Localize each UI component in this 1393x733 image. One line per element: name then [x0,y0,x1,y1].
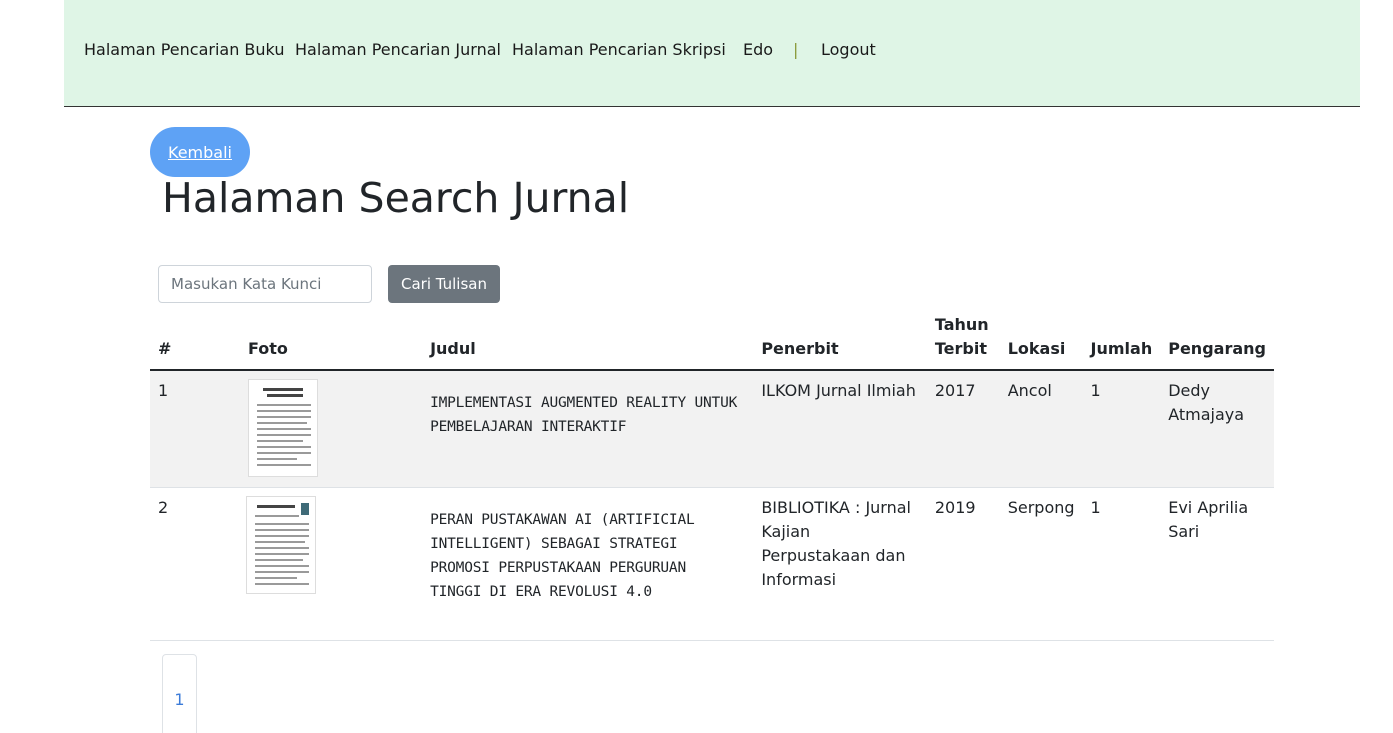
cell-no: 2 [150,487,240,641]
table-row: 1 IMPLEMENTASI AUGMENTED REALITY UNTUK P… [150,370,1274,488]
nav-link-jurnal[interactable]: Halaman Pencarian Jurnal [295,40,501,59]
cell-penerbit: BIBLIOTIKA : Jurnal Kajian Perpustakaan … [753,487,927,641]
journal-cover-thumbnail [247,379,318,477]
logout-link[interactable]: Logout [821,40,876,59]
header-judul: Judul [422,307,754,371]
cell-lokasi: Ancol [999,370,1083,488]
nav-link-skripsi[interactable]: Halaman Pencarian Skripsi [512,40,726,59]
search-input[interactable] [158,265,372,303]
cell-jumlah: 1 [1082,487,1161,641]
cell-no: 1 [150,370,240,488]
header-penerbit: Penerbit [753,307,927,371]
cell-judul: IMPLEMENTASI AUGMENTED REALITY UNTUK PEM… [422,370,754,488]
page-title: Halaman Search Jurnal [162,174,630,222]
cell-jumlah: 1 [1082,370,1161,488]
journal-table: # Foto Judul Penerbit Tahun Terbit Lokas… [150,307,1274,641]
nav-link-buku[interactable]: Halaman Pencarian Buku [84,40,284,59]
top-navbar: Halaman Pencarian Buku Halaman Pencarian… [64,0,1360,107]
header-pengarang: Pengarang [1160,307,1274,371]
table-row: 2 PERAN PUSTAKAWAN AI (ARTIFICIAL INTELL… [150,487,1274,641]
nav-separator: | [793,40,799,59]
cell-foto [239,487,423,641]
table-header-row: # Foto Judul Penerbit Tahun Terbit Lokas… [150,307,1274,371]
pagination-page-1[interactable]: 1 [162,654,197,733]
cell-foto [239,370,423,488]
cell-penerbit: ILKOM Jurnal Ilmiah [753,370,927,488]
cell-pengarang: Dedy Atmajaya [1160,370,1274,488]
cell-tahun: 2019 [926,487,1000,641]
header-foto: Foto [239,307,423,371]
header-jumlah: Jumlah [1082,307,1161,371]
cell-pengarang: Evi Aprilia Sari [1160,487,1274,641]
header-tahun: Tahun Terbit [926,307,1000,371]
nav-user-name: Edo [743,40,774,59]
cell-judul: PERAN PUSTAKAWAN AI (ARTIFICIAL INTELLIG… [422,487,754,641]
journal-cover-thumbnail [245,495,316,594]
back-button[interactable]: Kembali [150,127,250,177]
search-button[interactable]: Cari Tulisan [388,265,500,303]
cell-lokasi: Serpong [999,487,1083,641]
header-no: # [150,307,240,371]
cell-tahun: 2017 [926,370,1000,488]
header-lokasi: Lokasi [999,307,1083,371]
